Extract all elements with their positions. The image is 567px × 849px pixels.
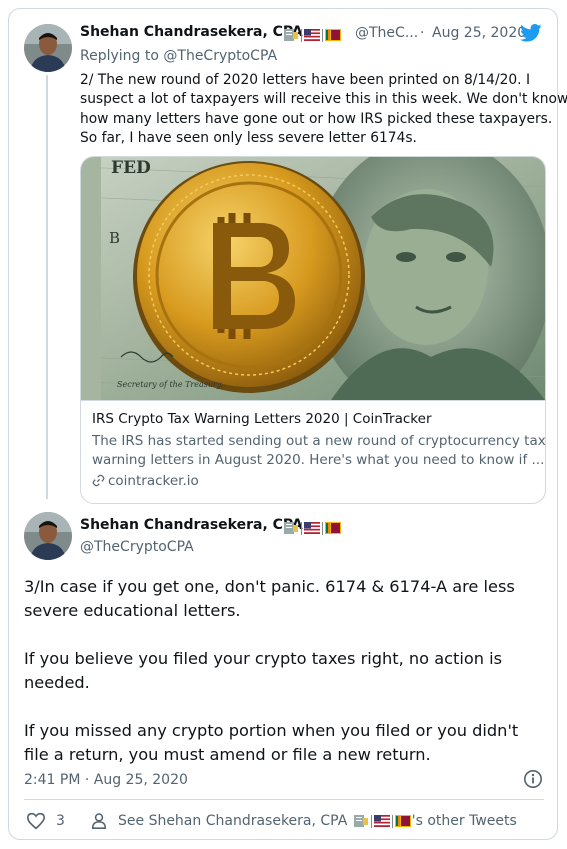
tweet-timestamp[interactable]: 2:41 PM · Aug 25, 2020 — [24, 772, 188, 788]
link-card-description-line: The IRS has started sending out a new ro… — [92, 433, 546, 449]
tweet-text-line: So far, I have seen only less severe let… — [80, 130, 417, 147]
us-flag-icon — [304, 29, 320, 41]
bill-signature-caption: Secretary of the Treasury. — [117, 380, 223, 389]
handle[interactable]: @TheCryptoCPA — [80, 539, 194, 555]
tweet-paragraph: If you missed any crypto portion when yo… — [24, 719, 518, 767]
tweet-text-line: needed. — [24, 673, 90, 692]
link-preview-image[interactable]: FED B Secretary of the Treasury. — [81, 157, 545, 417]
link-card-description-line: warning letters in August 2020. Here's w… — [92, 452, 545, 468]
dot-separator: · — [420, 25, 425, 41]
tweet-date[interactable]: Aug 25, 2020 — [432, 25, 526, 41]
display-name[interactable]: Shehan Chandrasekera, CPA — [80, 517, 303, 533]
avatar[interactable] — [24, 24, 72, 72]
replying-to-handle[interactable]: @TheCryptoCPA — [163, 48, 277, 64]
sri-lanka-flag-icon — [394, 815, 411, 827]
separator — [370, 815, 372, 828]
thread-connector-line — [46, 75, 48, 499]
link-card-description: The IRS has started sending out a new ro… — [92, 432, 546, 470]
name-flags — [282, 518, 342, 535]
twitter-bird-icon[interactable] — [520, 24, 542, 44]
avatar[interactable] — [24, 512, 72, 560]
heart-icon[interactable] — [26, 812, 46, 830]
tweet-paragraph: 3/In case if you get one, don't panic. 6… — [24, 575, 518, 623]
see-other-tweets-prefix[interactable]: See Shehan Chandrasekera, CPA — [118, 813, 347, 829]
name-flags — [352, 814, 412, 830]
display-name[interactable]: Shehan Chandrasekera, CPA — [80, 24, 303, 40]
link-domain-text[interactable]: cointracker.io — [108, 473, 199, 489]
handle[interactable]: @TheC... — [355, 25, 418, 41]
tweet-text-line: how many letters have gone out or how IR… — [80, 110, 553, 127]
link-card-domain[interactable]: cointracker.io — [92, 473, 199, 491]
separator — [322, 522, 323, 535]
link-icon — [92, 474, 105, 491]
divider — [24, 799, 544, 800]
bill-letter-b: B — [109, 229, 120, 247]
tweet-text-line: 2/ The new round of 2020 letters have be… — [80, 72, 531, 88]
tweet-text-line: 3/In case if you get one, don't panic. 6… — [24, 577, 515, 596]
sri-lanka-flag-icon — [325, 29, 341, 41]
sri-lanka-flag-icon — [325, 522, 341, 534]
replying-to: Replying to @TheCryptoCPA — [80, 48, 277, 64]
see-other-tweets-link[interactable]: See Shehan Chandrasekera, CPA 's other T… — [118, 813, 517, 830]
tweet-text-line: file a return, you must amend or file a … — [24, 745, 431, 764]
tweet-text-line: If you believe you filed your crypto tax… — [24, 649, 503, 668]
separator — [301, 29, 302, 42]
tweet1-text: 2/ The new round of 2020 letters have be… — [80, 71, 567, 149]
tweet-text-line: severe educational letters. — [24, 601, 241, 620]
separator — [301, 522, 302, 535]
person-icon — [90, 812, 108, 830]
name-flags — [282, 25, 342, 42]
us-flag-icon — [304, 522, 320, 534]
receipt-emoji-icon — [284, 522, 298, 534]
like-count[interactable]: 3 — [56, 813, 65, 829]
info-icon[interactable] — [523, 769, 543, 789]
us-flag-icon — [373, 815, 390, 827]
link-card-title[interactable]: IRS Crypto Tax Warning Letters 2020 | Co… — [92, 411, 432, 427]
tweet2-text: 3/In case if you get one, don't panic. 6… — [24, 575, 518, 767]
separator — [391, 815, 393, 828]
see-other-tweets-suffix[interactable]: 's other Tweets — [412, 813, 517, 829]
link-preview-card[interactable]: FED B Secretary of the Treasury. IRS Cry… — [80, 156, 546, 504]
bill-fed-text: FED — [111, 158, 151, 178]
receipt-emoji-icon — [284, 29, 298, 41]
tweet-paragraph: If you believe you filed your crypto tax… — [24, 647, 518, 695]
replying-to-label: Replying to — [80, 48, 159, 64]
tweet-text-line: If you missed any crypto portion when yo… — [24, 721, 519, 740]
receipt-emoji-icon — [353, 815, 368, 827]
tweet-text-line: suspect a lot of taxpayers will receive … — [80, 91, 567, 108]
separator — [322, 29, 323, 42]
